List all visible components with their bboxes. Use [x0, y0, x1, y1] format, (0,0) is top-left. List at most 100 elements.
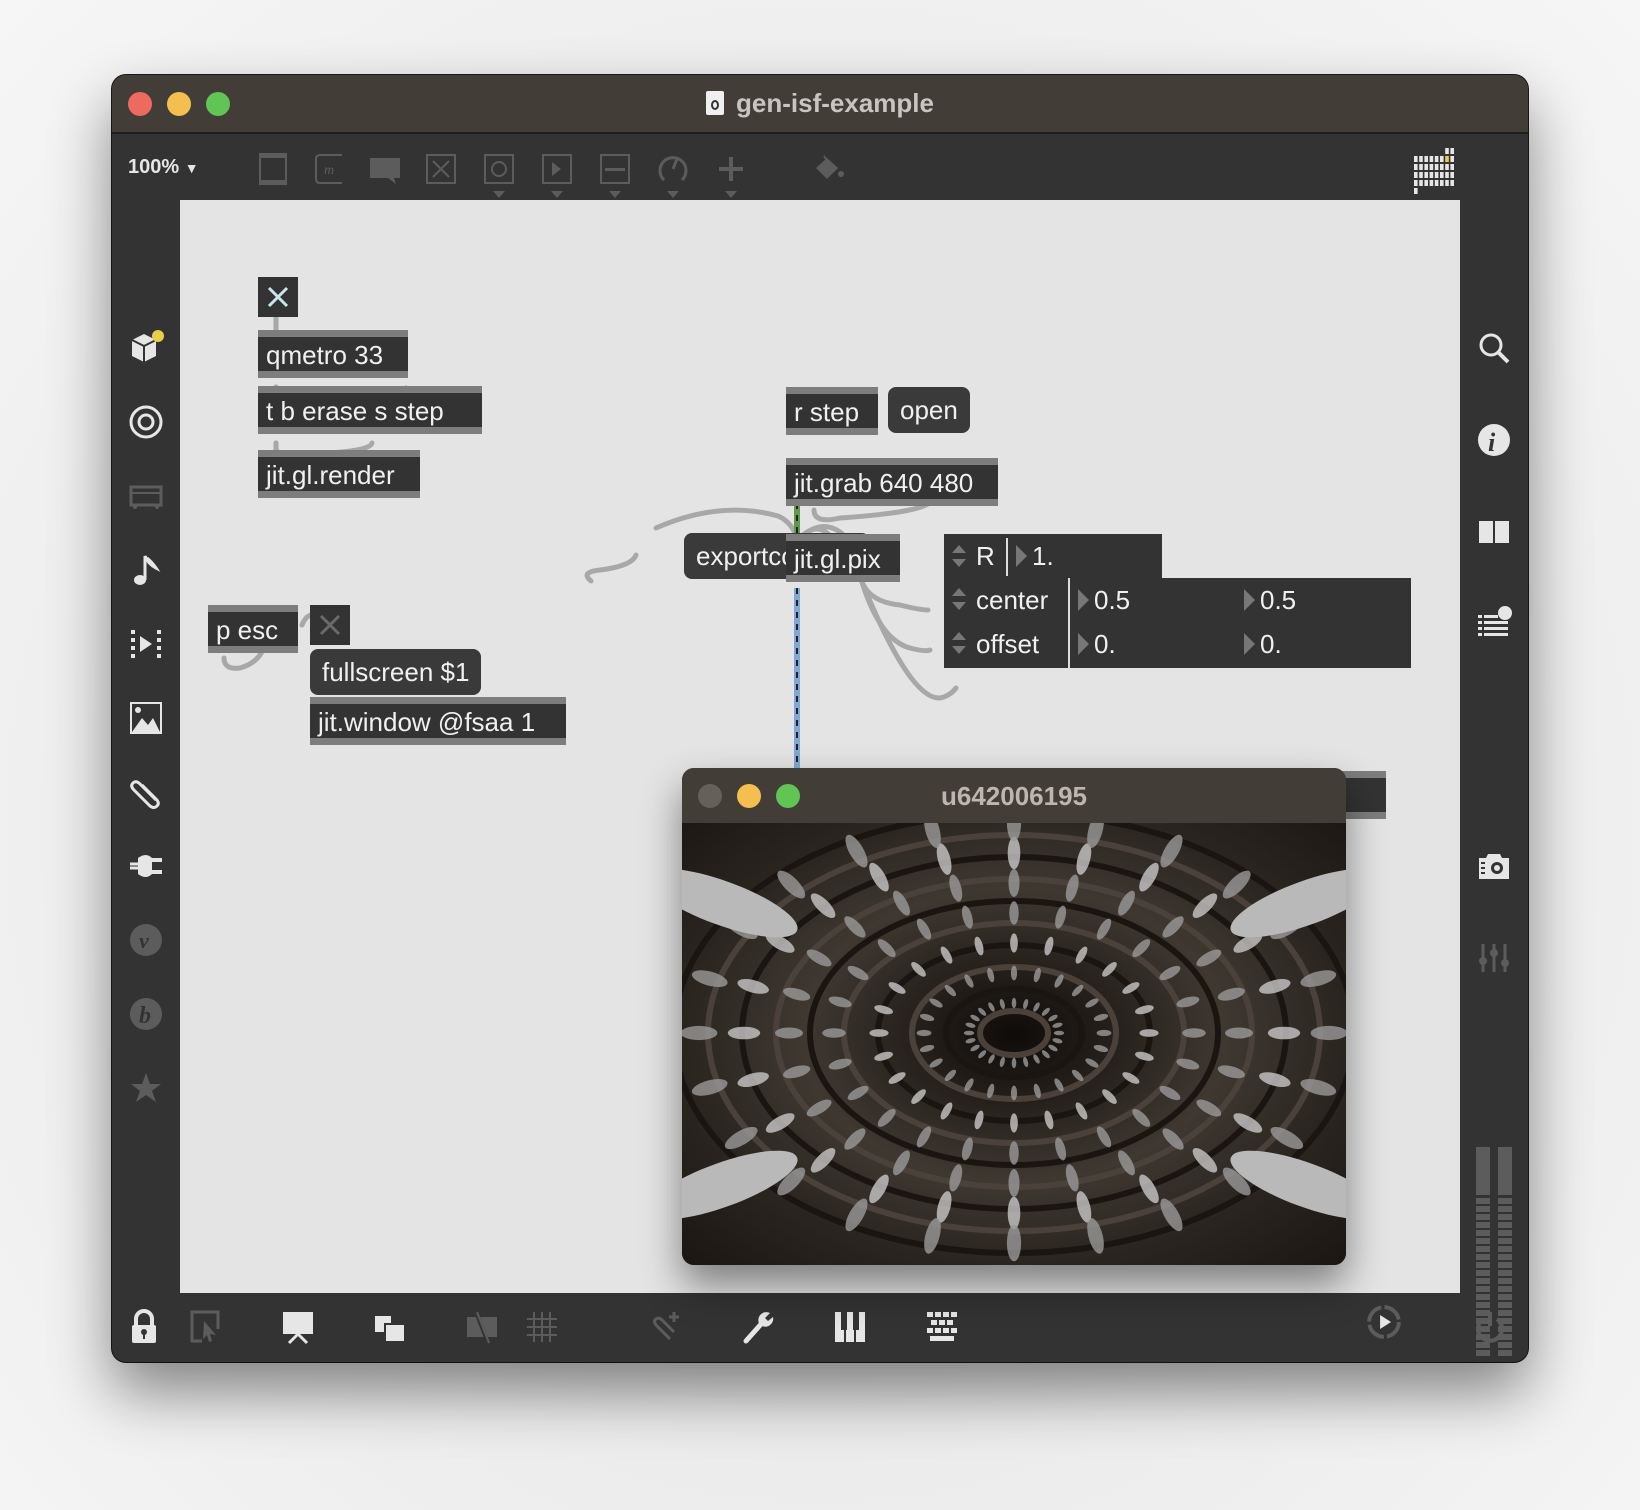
open-message[interactable]: open	[888, 387, 970, 433]
fullscreen-message[interactable]: fullscreen $1	[310, 649, 482, 695]
button-icon[interactable]	[482, 152, 516, 198]
cable-exportcode-pix-bottom	[584, 552, 639, 584]
presentation-icon[interactable]	[188, 1309, 224, 1345]
toggle-icon[interactable]	[424, 152, 458, 186]
object-icon[interactable]	[256, 152, 290, 186]
number-arrow-icon	[1244, 633, 1255, 655]
toolbar: 100% ▼ m	[112, 134, 1528, 200]
qmetro-object[interactable]: qmetro 33	[258, 330, 408, 378]
projector-icon[interactable]	[280, 1309, 316, 1345]
number-arrow-icon	[1078, 633, 1089, 655]
video-output-window[interactable]: u642006195	[682, 768, 1346, 1265]
video-engine-icon[interactable]	[128, 478, 164, 514]
chevron-down-icon	[493, 191, 505, 198]
beap-icon[interactable]: b	[128, 996, 164, 1032]
slider-icon[interactable]	[598, 152, 632, 198]
audio-icon[interactable]	[128, 552, 164, 588]
jit-window-label: jit.window @fsaa 1	[318, 707, 536, 737]
fullscreen-toggle[interactable]	[310, 605, 350, 645]
render-object[interactable]: jit.gl.render	[258, 450, 420, 498]
image-icon[interactable]	[128, 700, 164, 736]
bottom-toolbar	[112, 1293, 1528, 1362]
kaleidoscope-image	[682, 823, 1346, 1262]
plug-icon[interactable]	[128, 848, 164, 884]
hide-icon[interactable]	[464, 1309, 500, 1345]
open-message-label: open	[900, 395, 958, 425]
media-icon[interactable]	[128, 626, 164, 662]
svg-text:m: m	[324, 163, 334, 178]
p-esc-object[interactable]: p esc	[208, 605, 298, 653]
console-icon[interactable]	[1476, 606, 1512, 642]
search-icon[interactable]	[1476, 330, 1512, 366]
render-label: jit.gl.render	[266, 460, 395, 490]
lock-icon[interactable]	[126, 1309, 162, 1345]
jit-gl-pix-label: jit.gl.pix	[794, 544, 881, 574]
attrui-center-offset: center 0.5 0.5 offset 0. 0.	[944, 578, 1411, 668]
r-step-object[interactable]: r step	[786, 387, 878, 435]
chevron-down-icon	[609, 191, 621, 198]
zoom-dropdown[interactable]: 100% ▼	[128, 156, 199, 179]
apps-grid-icon[interactable]	[1414, 148, 1456, 194]
wrench-icon[interactable]	[740, 1309, 776, 1345]
left-sidebar: v b	[112, 200, 180, 1293]
snippets-icon[interactable]	[128, 404, 164, 440]
svg-text:i: i	[1488, 428, 1496, 457]
vizzie-icon[interactable]: v	[128, 922, 164, 958]
attrui-center-y[interactable]: 0.5	[1260, 585, 1296, 616]
window-title: gen-isf-example	[112, 88, 1528, 119]
power-icon[interactable]	[1472, 1309, 1508, 1345]
snapshot-icon[interactable]	[1476, 848, 1512, 884]
number-icon[interactable]	[540, 152, 574, 198]
render-toggle[interactable]	[258, 277, 298, 317]
audio-play-button[interactable]	[1366, 1304, 1412, 1350]
cable-pix-attrui-bottom	[859, 579, 959, 701]
grid-icon[interactable]	[524, 1309, 560, 1345]
r-step-label: r step	[794, 397, 860, 427]
trigger-object[interactable]: t b erase s step	[258, 386, 482, 434]
paperclip-icon[interactable]	[128, 774, 164, 810]
p-esc-label: p esc	[216, 615, 279, 645]
chevron-down-icon	[667, 191, 679, 198]
chevron-down-icon	[725, 191, 737, 198]
dial-icon[interactable]	[656, 152, 690, 198]
chevron-down-icon	[551, 191, 563, 198]
number-arrow-icon	[1016, 545, 1027, 567]
qmetro-label: qmetro 33	[266, 340, 384, 370]
attrui-r-label: R	[976, 541, 995, 571]
attrui-offset-y[interactable]: 0.	[1260, 629, 1282, 660]
info-icon[interactable]: i	[1476, 422, 1512, 458]
jit-gl-pix-object[interactable]: jit.gl.pix	[786, 534, 900, 582]
message-icon[interactable]: m	[312, 152, 346, 186]
document-icon	[706, 91, 725, 115]
packages-icon[interactable]	[128, 330, 164, 366]
video-window-title: u642006195	[940, 781, 1088, 811]
attrui-center-x[interactable]: 0.5	[1094, 585, 1130, 616]
attrui-r-value[interactable]: 1.	[1032, 541, 1054, 572]
piano-icon[interactable]	[832, 1309, 868, 1345]
favorites-icon[interactable]	[128, 1070, 164, 1106]
window-title-text: gen-isf-example	[736, 88, 934, 118]
number-arrow-icon	[1244, 589, 1255, 611]
video-window-title-bar: u642006195	[682, 768, 1346, 823]
title-bar: gen-isf-example	[112, 75, 1528, 134]
cable-pix-offset	[859, 579, 933, 654]
columns-icon[interactable]	[1476, 514, 1512, 550]
svg-text:v: v	[139, 928, 149, 953]
add-icon[interactable]	[714, 152, 748, 198]
attrui-offset-x[interactable]: 0.	[1094, 629, 1116, 660]
attrui-center-label: center	[976, 585, 1049, 615]
attrui-r[interactable]: R 1.	[944, 534, 1162, 578]
attach-icon[interactable]	[648, 1309, 684, 1345]
comment-icon[interactable]	[368, 152, 402, 186]
trigger-label: t b erase s step	[266, 396, 444, 426]
zoom-value: 100%	[128, 156, 180, 178]
chevron-down-icon: ▼	[184, 160, 199, 176]
fullscreen-message-label: fullscreen $1	[322, 657, 470, 687]
layers-icon[interactable]	[372, 1309, 408, 1345]
jit-grab-object[interactable]: jit.grab 640 480	[786, 458, 998, 506]
mixer-icon[interactable]	[1476, 940, 1512, 976]
jit-window-object[interactable]: jit.window @fsaa 1	[310, 697, 566, 745]
attrui-offset-label: offset	[976, 629, 1040, 659]
paint-bucket-icon[interactable]	[812, 152, 846, 186]
keyboard-icon[interactable]	[924, 1309, 960, 1345]
